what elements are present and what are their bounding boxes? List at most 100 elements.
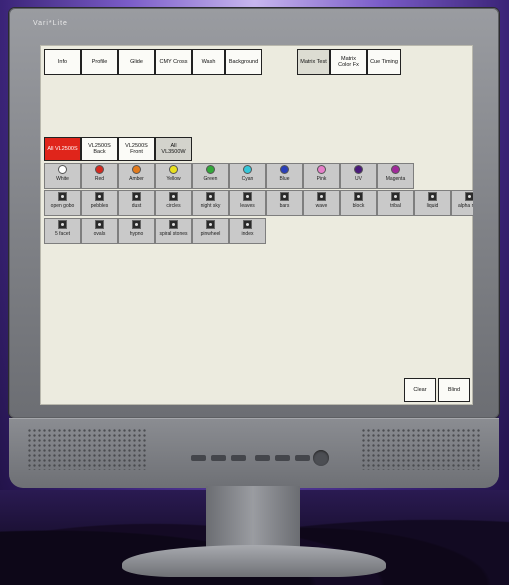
gobo-icon xyxy=(58,220,67,229)
gobo-tile[interactable]: index xyxy=(229,218,266,244)
color-label: White xyxy=(56,176,69,182)
color-label: Blue xyxy=(279,176,290,182)
gobo-icon xyxy=(243,220,252,229)
color-tile[interactable]: Magenta xyxy=(377,163,414,189)
color-tile[interactable]: White xyxy=(44,163,81,189)
gobo-tile[interactable]: tribal xyxy=(377,190,414,216)
gobo-tile[interactable]: night sky xyxy=(192,190,229,216)
clear-button[interactable]: Clear xyxy=(404,378,436,402)
tab-cue-timing[interactable]: Cue Timing xyxy=(367,49,401,75)
color-tile[interactable]: Yellow xyxy=(155,163,192,189)
white-swatch-icon xyxy=(58,165,67,174)
gobo-tile[interactable]: pebbles xyxy=(81,190,118,216)
gobo-label: open gobo xyxy=(50,203,75,209)
gobo-icon xyxy=(317,192,326,201)
color-tile[interactable]: Green xyxy=(192,163,229,189)
gobo-tile[interactable]: pinwheel xyxy=(192,218,229,244)
yellow-swatch-icon xyxy=(169,165,178,174)
gobo-tile[interactable]: alpha rays xyxy=(451,190,473,216)
tab-background[interactable]: Background xyxy=(225,49,262,75)
monitor-control-button[interactable] xyxy=(231,455,246,461)
tab-glide[interactable]: Glide xyxy=(118,49,155,75)
gobo-icon xyxy=(280,192,289,201)
gobo-tile[interactable]: bars xyxy=(266,190,303,216)
gobo-tile[interactable]: leaves xyxy=(229,190,266,216)
amber-swatch-icon xyxy=(132,165,141,174)
tab-info[interactable]: Info xyxy=(44,49,81,75)
monitor-control-button[interactable] xyxy=(295,455,310,461)
cyan-swatch-icon xyxy=(243,165,252,174)
monitor-control-button[interactable] xyxy=(255,455,270,461)
fixture-tab-all-vl3500w[interactable]: All VL3500W xyxy=(155,137,192,161)
green-swatch-icon xyxy=(206,165,215,174)
gobo-icon xyxy=(465,192,473,201)
gobo-icon xyxy=(132,192,141,201)
fixture-tab-vl2500s-front[interactable]: VL2500S Front xyxy=(118,137,155,161)
fixture-tab-all-vl2500s[interactable]: All VL2500S xyxy=(44,137,81,161)
color-label: Amber xyxy=(129,176,144,182)
power-knob[interactable] xyxy=(313,450,329,466)
console-screen: Info Profile Glide CMY Cross Wash Backgr… xyxy=(40,45,473,405)
tab-profile[interactable]: Profile xyxy=(81,49,118,75)
gobo-label: wave xyxy=(315,203,328,209)
gobo-icon xyxy=(391,192,400,201)
gobo-label: night sky xyxy=(200,203,221,209)
blind-button[interactable]: Blind xyxy=(438,378,470,402)
color-label: Yellow xyxy=(166,176,181,182)
tab-matrix-color-fx[interactable]: Matrix Color Fx xyxy=(330,49,367,75)
gobo-tile[interactable]: wave xyxy=(303,190,340,216)
gobo-label: dust xyxy=(131,203,142,209)
color-tile[interactable]: Cyan xyxy=(229,163,266,189)
tab-wash[interactable]: Wash xyxy=(192,49,225,75)
color-label: Magenta xyxy=(385,176,406,182)
gobo-icon xyxy=(243,192,252,201)
magenta-swatch-icon xyxy=(391,165,400,174)
color-tile[interactable]: UV xyxy=(340,163,377,189)
gobo-label: pinwheel xyxy=(200,231,221,237)
tab-matrix-test[interactable]: Matrix Test xyxy=(297,49,330,75)
color-label: Green xyxy=(203,176,218,182)
gobo-icon xyxy=(95,192,104,201)
red-swatch-icon xyxy=(95,165,104,174)
gobo-label: bars xyxy=(279,203,290,209)
gobo-icon xyxy=(58,192,67,201)
gobo-tile[interactable]: circles xyxy=(155,190,192,216)
gobo-icon xyxy=(132,220,141,229)
fixture-tab-vl2500s-back[interactable]: VL2500S Back xyxy=(81,137,118,161)
gobo-label: circles xyxy=(166,203,181,209)
gobo-label: alpha rays xyxy=(457,203,473,209)
gobo-icon xyxy=(206,192,215,201)
monitor-control-button[interactable] xyxy=(275,455,290,461)
gobo-tile[interactable]: spiral stones xyxy=(155,218,192,244)
color-label: UV xyxy=(355,176,362,182)
pink-swatch-icon xyxy=(317,165,326,174)
gobo-label: leaves xyxy=(240,203,255,209)
color-tile[interactable]: Amber xyxy=(118,163,155,189)
gobo-icon xyxy=(428,192,437,201)
color-tile[interactable]: Red xyxy=(81,163,118,189)
gobo-tile[interactable]: ovals xyxy=(81,218,118,244)
color-label: Cyan xyxy=(241,176,254,182)
monitor-control-button[interactable] xyxy=(191,455,206,461)
gobo-tile[interactable]: dust xyxy=(118,190,155,216)
tab-cmy-cross[interactable]: CMY Cross xyxy=(155,49,192,75)
monitor-speaker-panel xyxy=(9,418,499,488)
gobo-tile[interactable]: block xyxy=(340,190,377,216)
gobo-label: pebbles xyxy=(90,203,109,209)
gobo-tile[interactable]: liquid xyxy=(414,190,451,216)
gobo-tile[interactable]: open gobo xyxy=(44,190,81,216)
color-label: Pink xyxy=(316,176,327,182)
gobo-label: tribal xyxy=(390,203,401,209)
gobo-label: ovals xyxy=(93,231,106,237)
monitor-control-button[interactable] xyxy=(211,455,226,461)
color-label: Red xyxy=(94,176,105,182)
gobo-icon xyxy=(169,192,178,201)
gobo-label: 5 facet xyxy=(54,231,70,237)
gobo-label: index xyxy=(241,231,254,237)
gobo-tile[interactable]: 5 facet xyxy=(44,218,81,244)
color-tile[interactable]: Blue xyxy=(266,163,303,189)
color-tile[interactable]: Pink xyxy=(303,163,340,189)
blue-swatch-icon xyxy=(280,165,289,174)
gobo-tile[interactable]: hypno xyxy=(118,218,155,244)
gobo-icon xyxy=(169,220,178,229)
